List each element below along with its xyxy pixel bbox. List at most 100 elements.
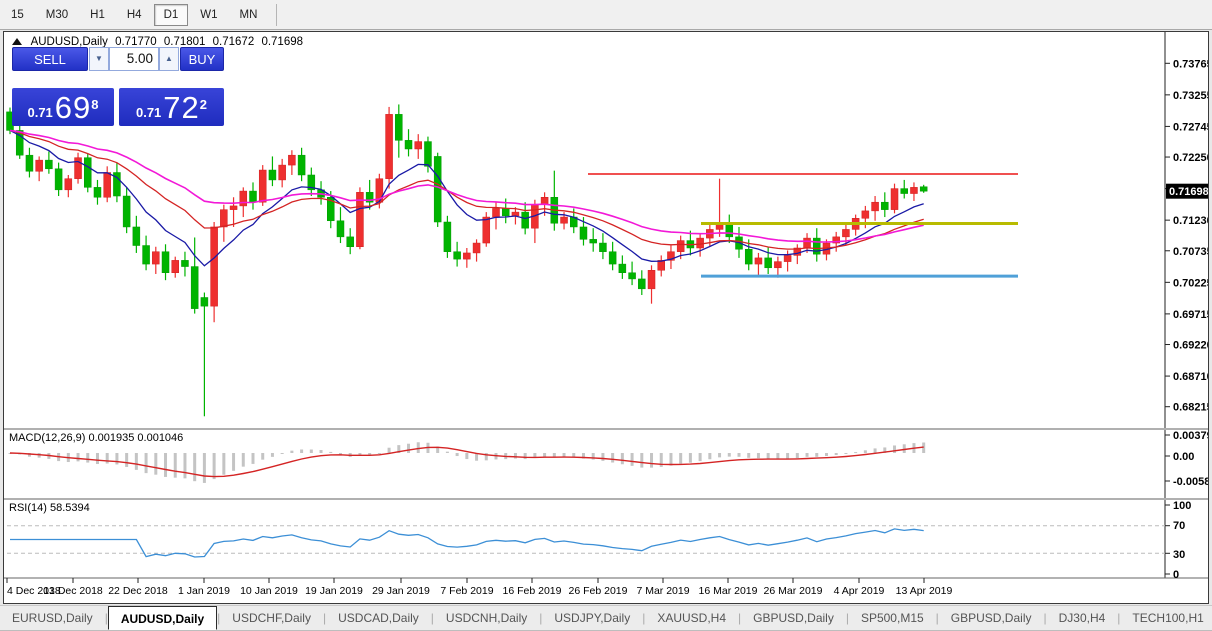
chart-tab-bar: EURUSD,Daily | AUDUSD,Daily | USDCHF,Daily | U… [0,605,1212,631]
price-axis-label: 0.69220 [1173,340,1208,352]
macd-histogram-bar [893,445,897,453]
chart-tab-dj30-h4[interactable]: DJ30,H4 [1047,606,1118,630]
chart-tab-usdcnh-daily[interactable]: USDCNH,Daily [434,606,539,630]
price-axis-label: 0.69715 [1173,309,1208,321]
chart-tab-usdjpy-daily[interactable]: USDJPY,Daily [542,606,642,630]
buy-price-display[interactable]: 0.71 72 2 [119,88,224,126]
timeframe-button-h1[interactable]: H1 [80,4,115,26]
macd-histogram-bar [543,453,547,457]
candle-body [696,237,704,249]
timeframe-button-d1[interactable]: D1 [153,3,189,26]
candle-body [861,210,870,219]
macd-histogram-bar [679,453,683,464]
volume-increase-button[interactable]: ▲ [159,47,179,71]
timeframe-button-m30[interactable]: M30 [36,4,78,26]
time-axis-label: 19 Jan 2019 [305,585,363,597]
candle-body [404,140,413,150]
chart-tab-xauusd-h4[interactable]: XAUUSD,H4 [645,606,738,630]
macd-histogram-bar [455,453,459,457]
chart-tab-gbpusd-daily[interactable]: GBPUSD,Daily [741,606,846,630]
panel-separator [4,428,1208,430]
timeframe-button-w1[interactable]: W1 [190,4,227,26]
macd-histogram-bar [416,442,420,453]
chart-tab-usdcad-daily[interactable]: USDCAD,Daily [326,606,431,630]
candle-body [443,221,452,252]
macd-histogram-bar [669,453,673,466]
candle-body [268,169,277,181]
chart-tab-sp500-m15[interactable]: SP500,M15 [849,606,936,630]
price-axis-label: 0.70225 [1173,277,1208,289]
timeframe-button-h4[interactable]: H4 [117,4,152,26]
candle-body [521,211,529,229]
macd-histogram-bar [786,453,790,459]
candle-body [200,297,209,307]
macd-histogram-bar [756,453,760,459]
candle-body [132,226,141,246]
macd-histogram-bar [737,453,741,457]
macd-histogram-bar [154,453,158,475]
macd-histogram-bar [241,453,245,467]
time-axis-label: 22 Dec 2018 [108,585,168,597]
volume-decrease-button[interactable]: ▼ [89,47,109,71]
candle-body [122,195,131,228]
buy-button[interactable]: BUY [180,47,224,71]
macd-histogram-bar [222,453,226,475]
candle-body [803,237,811,249]
chart-tab-usdchf-daily[interactable]: USDCHF,Daily [220,606,323,630]
macd-histogram-bar [601,453,605,461]
ohlc-close: 0.71698 [261,36,304,48]
macd-histogram-bar [407,443,411,453]
candle-body [74,157,82,179]
chart-tab-gbpusd-daily[interactable]: GBPUSD,Daily [939,606,1044,630]
timeframe-button-15[interactable]: 15 [1,4,34,26]
candle-body [171,260,179,273]
chart-tab-tech100-h1[interactable]: TECH100,H1 [1120,606,1212,630]
macd-histogram-bar [465,453,469,460]
macd-histogram-bar [134,453,138,470]
time-axis-label: 1 Jan 2019 [178,585,230,597]
macd-histogram-bar [319,450,323,453]
macd-axis-label: -0.005864 [1173,476,1208,488]
candle-body [676,240,685,252]
candle-body [774,261,782,269]
sell-price-pip: 8 [91,97,99,112]
volume-input[interactable]: 5.00 [109,47,159,71]
candle-body [142,245,150,265]
candle-body [93,187,102,198]
macd-histogram-bar [650,453,654,468]
chart-tab-audusd-daily[interactable]: AUDUSD,Daily [107,606,218,630]
candle-body [395,114,403,141]
candle-body [472,242,481,254]
macd-histogram-bar [727,453,731,457]
candle-body [229,205,238,210]
macd-histogram-bar [766,453,770,459]
toolbar-separator [276,3,278,26]
candle-body [210,226,218,307]
current-price-label: 0.71698 [1169,186,1208,198]
chart-tab-eurusd-daily[interactable]: EURUSD,Daily [0,606,105,630]
candle-body [453,251,461,260]
candle-body [84,157,92,188]
timeframe-button-mn[interactable]: MN [230,4,268,26]
candle-body [501,208,510,217]
macd-histogram-bar [805,453,809,457]
candle-body [414,141,422,150]
candle-body [152,251,160,265]
candle-body [647,270,656,290]
rsi-axis-label: 0 [1173,569,1179,581]
sell-price-display[interactable]: 0.71 69 8 [12,88,114,126]
macd-histogram-bar [873,448,877,453]
sell-button[interactable]: SELL [12,47,88,71]
candle-body [589,239,597,244]
macd-histogram-bar [95,453,99,465]
candle-body [560,216,568,224]
macd-histogram-bar [251,453,255,464]
candle-body [492,208,500,218]
candle-body [628,272,636,280]
candle-body [190,266,199,309]
candle-body [900,188,908,194]
candle-body [220,209,228,228]
macd-histogram-bar [300,449,304,453]
macd-histogram-bar [620,453,624,465]
candle-body [336,220,345,238]
